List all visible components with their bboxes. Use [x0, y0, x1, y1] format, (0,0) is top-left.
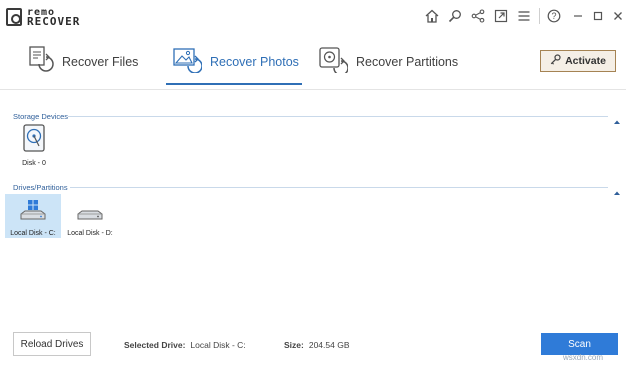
size-value: 204.54 GB	[308, 340, 350, 350]
selected-drive-label: Selected Drive:	[124, 340, 186, 350]
toolbar-icons: ?	[424, 8, 569, 24]
tab-recover-partitions[interactable]: Recover Partitions	[318, 38, 458, 85]
storage-device-disk-0[interactable]: Disk - 0	[6, 124, 62, 168]
menu-icon[interactable]	[516, 8, 532, 24]
drive-icon	[76, 200, 104, 227]
home-icon[interactable]	[424, 8, 440, 24]
local-disk-c-label: Local Disk - C:	[10, 230, 56, 237]
tab-recover-photos-label: Recover Photos	[210, 54, 299, 69]
selected-drive-info: Selected Drive: Local Disk - C:	[124, 340, 246, 350]
scan-button[interactable]: Scan	[541, 333, 618, 355]
active-tab-indicator	[166, 83, 302, 85]
disk-0-label: Disk - 0	[22, 160, 46, 167]
recover-partitions-icon	[318, 45, 349, 78]
tab-divider	[0, 89, 626, 90]
window-controls	[570, 9, 626, 23]
watermark: wsxdn.com	[563, 353, 604, 362]
app-logo: remo RECOVER	[6, 6, 80, 28]
share-icon[interactable]	[470, 8, 486, 24]
external-link-icon[interactable]	[493, 8, 509, 24]
drive-local-disk-d[interactable]: Local Disk - D:	[62, 194, 118, 238]
size-label: Size:	[284, 340, 304, 350]
logo-text-bottom: RECOVER	[27, 15, 81, 28]
drive-size-info: Size: 204.54 GB	[284, 340, 349, 350]
collapse-storage-icon[interactable]	[613, 112, 621, 124]
activate-label: Activate	[565, 55, 606, 67]
svg-text:?: ?	[551, 11, 556, 21]
storage-devices-heading: Storage Devices	[13, 112, 68, 121]
selected-drive-value: Local Disk - C:	[190, 340, 246, 350]
local-disk-d-label: Local Disk - D:	[67, 230, 113, 237]
tab-recover-partitions-label: Recover Partitions	[356, 54, 459, 69]
physical-disk-icon	[22, 124, 46, 157]
drives-partitions-title: Drives/Partitions	[13, 183, 68, 192]
close-icon[interactable]	[610, 9, 626, 23]
drives-partitions-divider	[70, 187, 608, 188]
search-icon[interactable]	[447, 8, 463, 24]
storage-devices-title: Storage Devices	[13, 112, 69, 121]
reload-drives-button[interactable]: Reload Drives	[13, 332, 91, 356]
recover-files-icon	[26, 45, 54, 78]
title-bar: remo RECOVER ?	[0, 0, 626, 34]
storage-devices-divider	[68, 116, 608, 117]
main-tabs: Recover Files Recover Photos Recover Par	[0, 38, 626, 88]
drives-partitions-heading: Drives/Partitions	[13, 183, 68, 192]
drive-local-disk-c[interactable]: Local Disk - C:	[5, 194, 61, 238]
logo-mark	[6, 8, 22, 26]
tab-recover-files-label: Recover Files	[62, 54, 139, 69]
collapse-drives-icon[interactable]	[613, 183, 621, 195]
tab-recover-files[interactable]: Recover Files	[26, 38, 138, 85]
minimize-icon[interactable]	[570, 9, 586, 23]
bottom-bar: Reload Drives Selected Drive: Local Disk …	[0, 329, 626, 359]
recover-photos-icon	[172, 45, 203, 78]
key-icon	[550, 54, 561, 68]
activate-button[interactable]: Activate	[540, 50, 616, 72]
tab-recover-photos[interactable]: Recover Photos	[172, 38, 299, 85]
maximize-icon[interactable]	[590, 9, 606, 23]
help-icon[interactable]: ?	[546, 8, 562, 24]
toolbar-separator	[539, 8, 540, 24]
windows-drive-icon	[19, 200, 47, 227]
